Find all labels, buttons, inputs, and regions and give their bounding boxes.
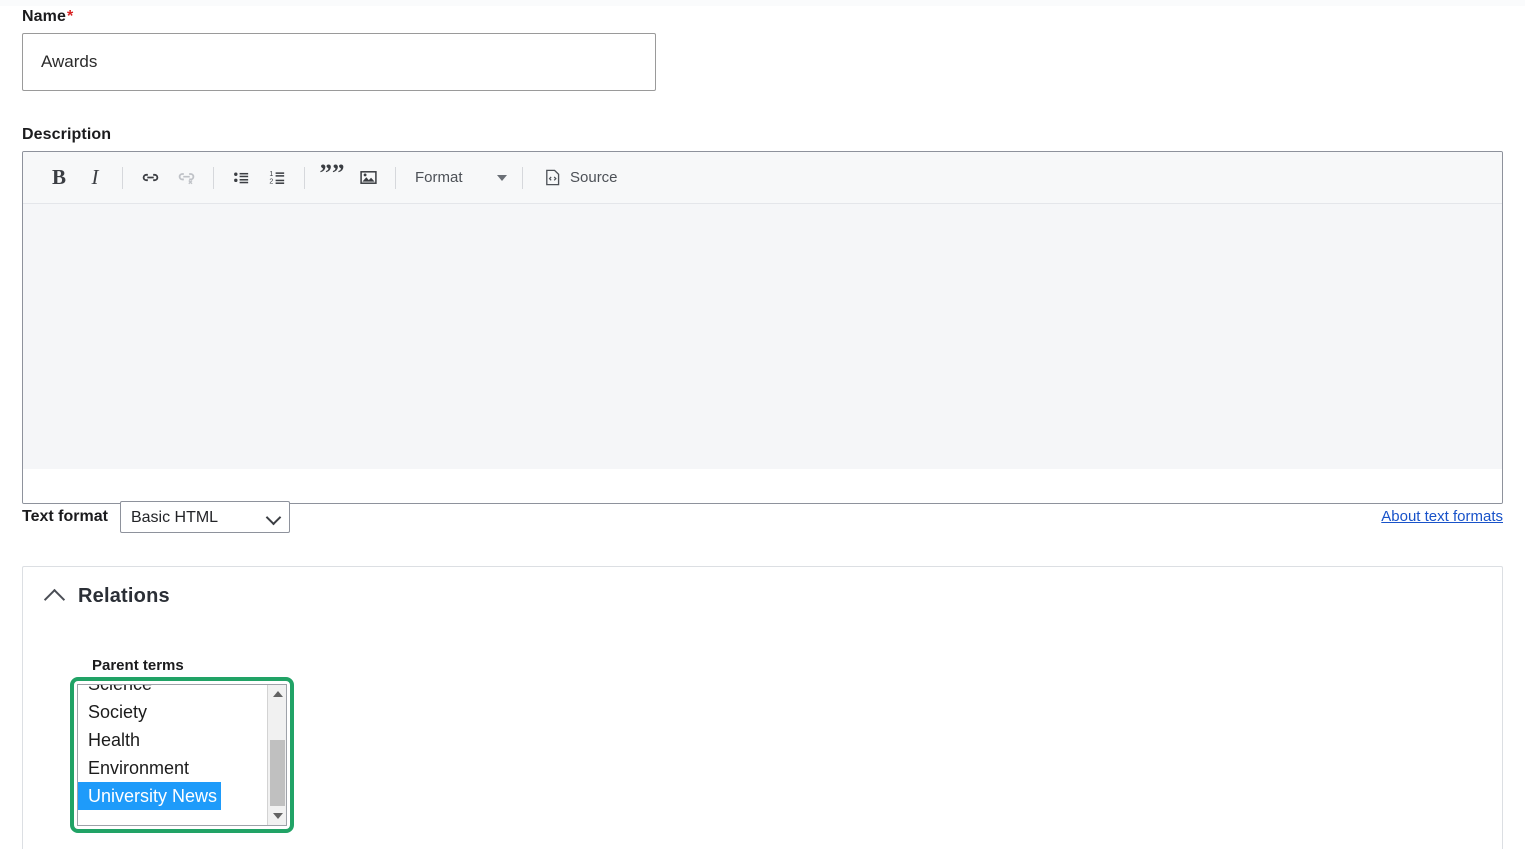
chevron-down-icon [497, 174, 507, 181]
relations-panel: Relations Parent terms Science Society H… [22, 566, 1503, 849]
scroll-down-button[interactable] [268, 807, 286, 825]
chevron-up-icon [43, 588, 66, 611]
list-item[interactable]: Health [78, 726, 269, 754]
parent-terms-listbox[interactable]: Science Society Health Environment Unive… [77, 684, 287, 826]
svg-text:1: 1 [269, 171, 273, 178]
name-label: Name* [22, 8, 656, 26]
about-text-formats-link[interactable]: About text formats [1381, 508, 1503, 525]
blockquote-button[interactable]: ”” [317, 161, 347, 193]
bulleted-list-icon [233, 172, 248, 184]
list-item-selected[interactable]: University News [78, 782, 222, 810]
relations-toggle[interactable]: Relations [23, 567, 1502, 611]
editor-toolbar: B I 1 2 ”” Format Source [23, 152, 1502, 204]
list-item[interactable]: Science [78, 685, 269, 698]
list-item[interactable]: Environment [78, 754, 269, 782]
description-field-group: Description B I 1 2 ”” Format Source [22, 126, 1503, 504]
taxonomy-term-edit-form: Name* Description B I [0, 0, 1525, 849]
italic-button[interactable]: I [80, 163, 110, 193]
relations-title: Relations [78, 585, 170, 607]
numbered-list-icon: 1 2 [269, 171, 284, 185]
source-code-icon [546, 169, 560, 186]
name-label-text: Name [22, 8, 66, 25]
unlink-button [171, 163, 201, 193]
image-icon [359, 171, 377, 184]
text-format-select-wrap: Basic HTML [119, 501, 290, 533]
link-icon [142, 173, 158, 182]
parent-terms-options: Science Society Health Environment Unive… [78, 685, 269, 810]
source-button-label: Source [570, 169, 618, 186]
bold-button[interactable]: B [44, 163, 74, 193]
text-format-row: Text format Basic HTML [22, 501, 290, 533]
scrollbar-thumb[interactable] [270, 740, 285, 806]
toolbar-separator [522, 166, 523, 189]
toolbar-separator [122, 166, 123, 189]
description-label: Description [22, 126, 112, 143]
rich-text-editor: B I 1 2 ”” Format Source [22, 151, 1503, 504]
scroll-up-button[interactable] [268, 685, 286, 703]
triangle-up-icon [272, 691, 283, 697]
parent-terms-focus-ring: Science Society Health Environment Unive… [70, 677, 294, 833]
svg-text:2: 2 [269, 178, 273, 185]
text-format-select[interactable]: Basic HTML [119, 501, 290, 533]
editor-content-area[interactable] [23, 204, 1502, 469]
toolbar-separator [213, 166, 214, 189]
bulleted-list-button[interactable] [226, 163, 256, 193]
required-asterisk: * [66, 8, 74, 25]
source-button[interactable]: Source [535, 163, 626, 193]
text-format-label: Text format [22, 508, 108, 525]
format-dropdown[interactable]: Format [405, 163, 513, 193]
page-top-edge [0, 0, 1525, 6]
listbox-scrollbar[interactable] [267, 685, 286, 825]
unlink-icon [178, 173, 194, 185]
name-input[interactable] [22, 33, 656, 91]
numbered-list-button[interactable]: 1 2 [262, 163, 292, 193]
parent-terms-label: Parent terms [92, 657, 184, 674]
list-item[interactable]: Society [78, 698, 269, 726]
link-button[interactable] [135, 163, 165, 193]
toolbar-separator [395, 166, 396, 189]
image-button[interactable] [353, 163, 383, 193]
name-field-group: Name* [22, 8, 656, 91]
format-dropdown-label: Format [415, 169, 463, 186]
triangle-down-icon [272, 813, 283, 819]
list-item-selected-row: University News [78, 782, 269, 810]
editor-footer-bar [23, 469, 1502, 503]
toolbar-separator [304, 166, 305, 189]
parent-terms-group: Parent terms Science Society Health Envi… [70, 657, 294, 833]
